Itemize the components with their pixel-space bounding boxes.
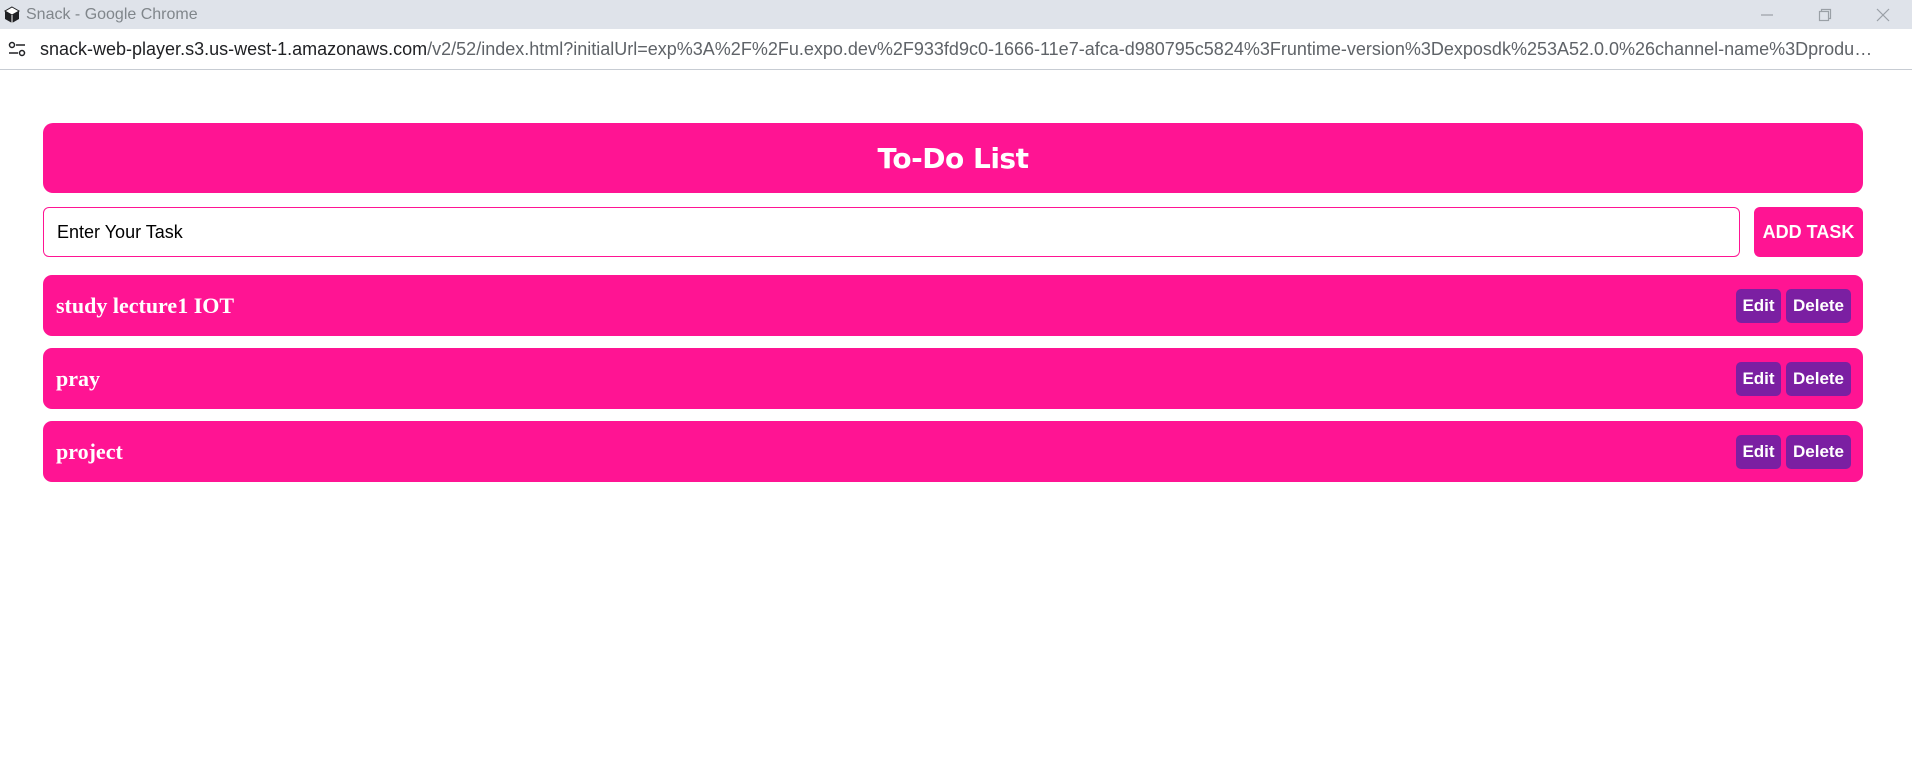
add-task-button[interactable]: ADD TASK [1754, 207, 1863, 257]
task-actions: Edit Delete [1736, 434, 1851, 469]
task-item: pray Edit Delete [43, 348, 1863, 409]
window-title: Snack - Google Chrome [26, 5, 198, 23]
delete-button[interactable]: Delete [1786, 361, 1851, 396]
url-field[interactable]: snack-web-player.s3.us-west-1.amazonaws.… [40, 39, 1880, 60]
app-header: To-Do List [43, 123, 1863, 193]
task-text: study lecture1 IOT [56, 292, 235, 318]
edit-button[interactable]: Edit [1736, 434, 1781, 469]
close-icon[interactable] [1854, 0, 1912, 29]
task-item: project Edit Delete [43, 421, 1863, 482]
minimize-icon[interactable] [1738, 0, 1796, 29]
task-actions: Edit Delete [1736, 288, 1851, 323]
task-input[interactable] [43, 207, 1740, 257]
site-info-icon[interactable] [2, 34, 32, 64]
window-controls [1738, 0, 1912, 29]
delete-button[interactable]: Delete [1786, 434, 1851, 469]
task-list: study lecture1 IOT Edit Delete pray Edit… [43, 275, 1863, 482]
delete-button[interactable]: Delete [1786, 288, 1851, 323]
page-title: To-Do List [877, 141, 1029, 175]
url-path: /v2/52/index.html?initialUrl=exp%3A%2F%2… [427, 38, 1880, 59]
edit-button[interactable]: Edit [1736, 288, 1781, 323]
edit-button[interactable]: Edit [1736, 361, 1781, 396]
address-bar: snack-web-player.s3.us-west-1.amazonaws.… [0, 29, 1912, 70]
todo-app: To-Do List ADD TASK study lecture1 IOT E… [43, 123, 1863, 494]
add-task-row: ADD TASK [43, 207, 1863, 257]
task-item: study lecture1 IOT Edit Delete [43, 275, 1863, 336]
window-titlebar: Snack - Google Chrome [0, 0, 1912, 29]
url-host: snack-web-player.s3.us-west-1.amazonaws.… [40, 38, 428, 59]
restore-icon[interactable] [1796, 0, 1854, 29]
task-text: project [56, 438, 123, 464]
task-text: pray [56, 365, 100, 391]
snack-logo-icon [2, 5, 22, 25]
task-actions: Edit Delete [1736, 361, 1851, 396]
